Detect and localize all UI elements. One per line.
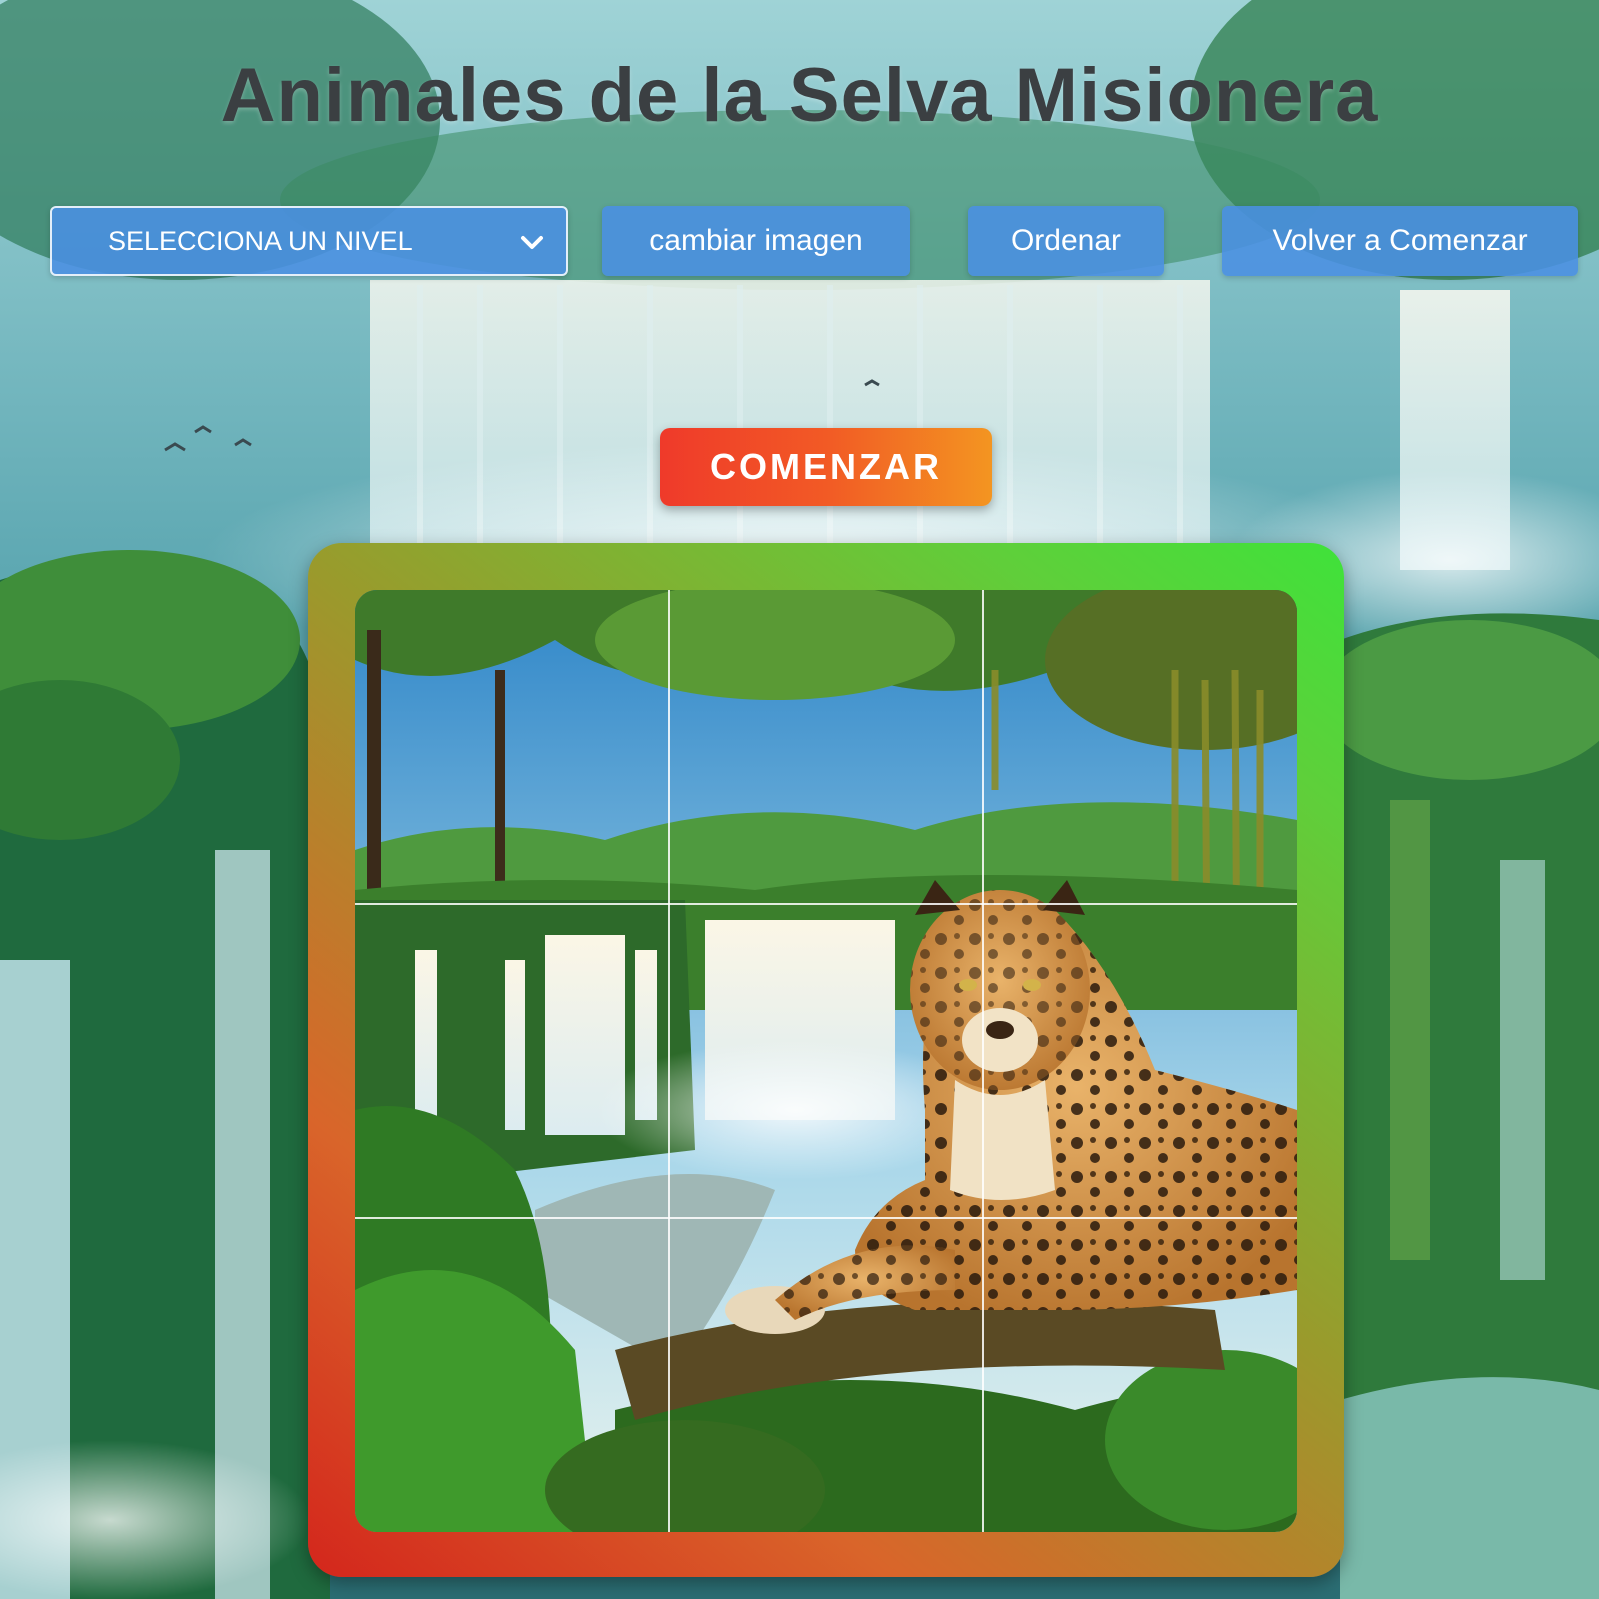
puzzle-tile-1[interactable] — [355, 590, 669, 904]
chevron-down-icon — [518, 228, 546, 263]
puzzle-tile-7[interactable] — [355, 1218, 669, 1532]
puzzle-tile-6[interactable] — [983, 904, 1297, 1218]
puzzle-tile-9[interactable] — [983, 1218, 1297, 1532]
level-select-value: SELECCIONA UN NIVEL — [108, 225, 413, 256]
page-title: Animales de la Selva Misionera — [220, 53, 1379, 138]
start-button[interactable]: COMENZAR — [660, 428, 992, 506]
puzzle-tile-2[interactable] — [669, 590, 983, 904]
restart-button[interactable]: Volver a Comenzar — [1222, 206, 1578, 276]
puzzle-tile-4[interactable] — [355, 904, 669, 1218]
puzzle-tile-5[interactable] — [669, 904, 983, 1218]
puzzle-tile-8[interactable] — [669, 1218, 983, 1532]
grid-divider — [355, 903, 1297, 905]
puzzle-tile-3[interactable] — [983, 590, 1297, 904]
grid-divider — [668, 590, 670, 1532]
change-image-button[interactable]: cambiar imagen — [602, 206, 910, 276]
puzzle-board — [355, 590, 1297, 1532]
level-select[interactable]: SELECCIONA UN NIVEL — [50, 206, 568, 276]
grid-divider — [982, 590, 984, 1532]
grid-divider — [355, 1217, 1297, 1219]
sort-button[interactable]: Ordenar — [968, 206, 1164, 276]
